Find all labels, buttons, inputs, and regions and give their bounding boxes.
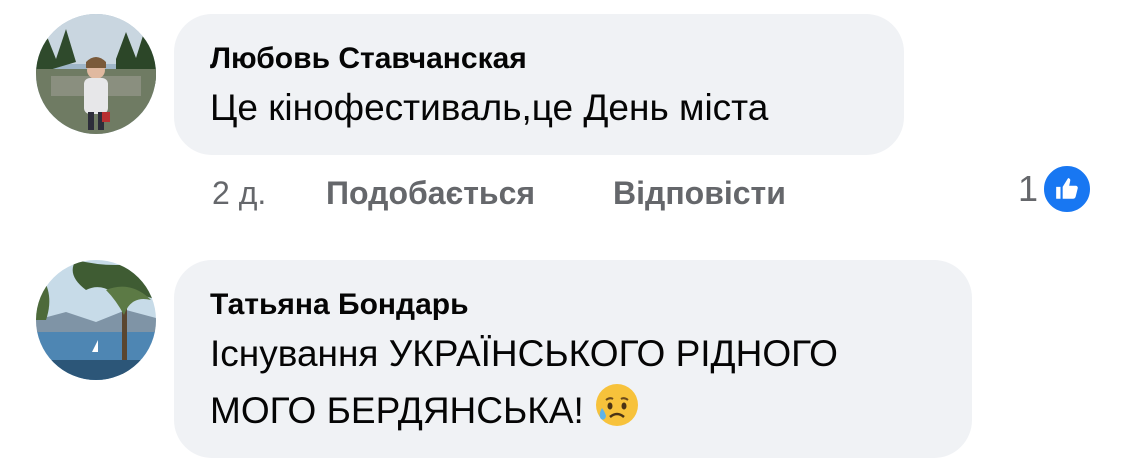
comment-timestamp[interactable]: 2 д. — [212, 175, 266, 212]
avatar-photo-garden — [36, 14, 156, 134]
reply-button[interactable]: Відповісти — [613, 175, 786, 212]
comment-author[interactable]: Татьяна Бондарь — [210, 288, 469, 322]
like-button[interactable]: Подобається — [326, 175, 535, 212]
avatar-commenter-2[interactable] — [36, 260, 156, 380]
comment-text: Це кінофестиваль,це День міста — [210, 87, 769, 128]
avatar-photo-seaside — [36, 260, 156, 380]
comment-bubble-2: Татьяна Бондарь Існування УКРАЇНСЬКОГО Р… — [174, 260, 972, 458]
thumbs-up-icon — [1042, 164, 1093, 214]
reaction-count: 1 — [1018, 168, 1039, 209]
comment-text-line-2-text: МОГО БЕРДЯНСЬКА! — [210, 389, 584, 431]
reaction-summary[interactable]: 1 — [1018, 164, 1093, 214]
comment-author[interactable]: Любовь Ставчанская — [210, 42, 527, 76]
comment-bubble-1: Любовь Ставчанская Це кінофестиваль,це Д… — [174, 14, 904, 155]
avatar-commenter-1[interactable] — [36, 14, 156, 134]
comment-text-line-1: Існування УКРАЇНСЬКОГО РІДНОГО — [210, 333, 838, 374]
sad-sweat-face-emoji — [594, 382, 640, 444]
comment-text-line-2: МОГО БЕРДЯНСЬКА! — [210, 382, 640, 444]
